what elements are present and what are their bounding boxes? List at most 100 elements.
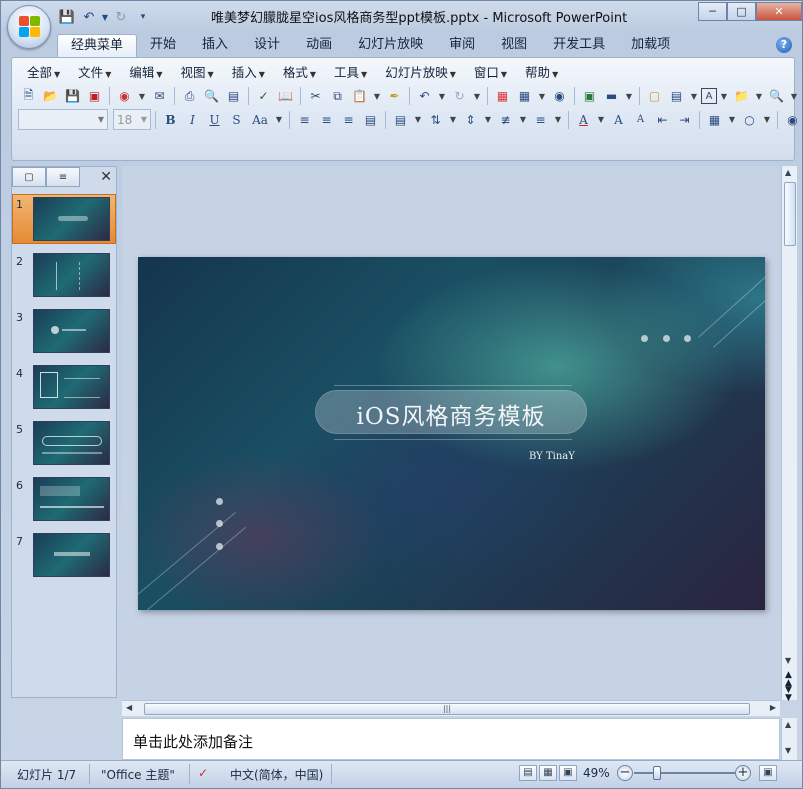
arrange-icon[interactable]: ▦ [704, 110, 725, 130]
notes-pane[interactable]: 单击此处添加备注 [122, 718, 780, 760]
numbering-icon[interactable]: ≢ [495, 110, 516, 130]
undo-dropdown-icon[interactable]: ▼ [436, 86, 448, 106]
slideshow-view-icon[interactable]: ▣ [559, 765, 577, 781]
menu-insert[interactable]: 插入 ▼ [223, 64, 274, 82]
open-folder-icon[interactable]: 📂 [40, 86, 61, 106]
increase-indent-icon[interactable]: ⇥ [674, 110, 695, 130]
zoom-icon[interactable]: 🔍 [766, 86, 787, 106]
permission-dropdown-icon[interactable]: ▼ [136, 86, 148, 106]
font-color-dropdown-icon[interactable]: ▼ [595, 110, 607, 130]
minimize-icon[interactable]: ─ [698, 2, 727, 21]
horizontal-scrollbar[interactable]: ◀ ||| ▶ [122, 700, 780, 716]
display-icon[interactable]: ▬ [601, 86, 622, 106]
zoom-slider-knob[interactable] [653, 766, 661, 780]
shapes-icon[interactable]: ○ [739, 110, 760, 130]
help-icon[interactable]: ? [776, 37, 792, 53]
zoom-out-icon[interactable]: − [617, 765, 633, 781]
undo-icon[interactable]: ↶ [414, 86, 435, 106]
paste-icon[interactable]: 📋 [349, 86, 370, 106]
font-size-select[interactable]: 18 ▼ [113, 109, 151, 130]
grow-font-icon[interactable]: A [608, 110, 629, 130]
textbox-dropdown-icon[interactable]: ▼ [718, 86, 730, 106]
menu-help[interactable]: 帮助 ▼ [516, 64, 567, 82]
scroll-down-icon[interactable]: ▼ [785, 656, 791, 665]
tab-classic-menu[interactable]: 经典菜单 [57, 34, 138, 58]
print-icon[interactable]: ⎙ [179, 86, 200, 106]
tab-animations[interactable]: 动画 [293, 34, 345, 58]
shape-fill-icon[interactable]: ◉ [782, 110, 803, 130]
slide-title[interactable]: iOS风格商务模板 [315, 397, 587, 431]
folder-dropdown-icon[interactable]: ▼ [753, 86, 765, 106]
save-as-pdf-icon[interactable]: ▣ [84, 86, 105, 106]
align-left-icon[interactable]: ≡ [294, 110, 315, 130]
slide-thumbnail-2[interactable] [33, 253, 110, 297]
tab-review[interactable]: 审阅 [436, 34, 488, 58]
text-direction-dropdown-icon[interactable]: ▼ [447, 110, 459, 130]
menu-window[interactable]: 窗口 ▼ [465, 64, 516, 82]
menu-view[interactable]: 视图 ▼ [172, 64, 223, 82]
copy-icon[interactable]: ⧉ [327, 86, 348, 106]
tab-addins[interactable]: 加载项 [618, 34, 683, 58]
redo-dropdown-icon[interactable]: ▼ [471, 86, 483, 106]
outline-tab-icon[interactable]: ≡ [46, 167, 80, 187]
fit-to-window-icon[interactable]: ▣ [759, 765, 777, 781]
undo-dropdown-icon[interactable]: ▼ [101, 8, 109, 26]
new-slide-icon[interactable]: ▢ [644, 86, 665, 106]
shadow-icon[interactable]: S [226, 110, 247, 130]
text-direction-icon[interactable]: ⇅ [425, 110, 446, 130]
tab-view[interactable]: 视图 [488, 34, 540, 58]
email-icon[interactable]: ✉ [149, 86, 170, 106]
scroll-up-icon[interactable]: ▲ [785, 720, 791, 729]
tab-slideshow[interactable]: 幻灯片放映 [345, 34, 436, 58]
chart-icon[interactable]: ▦ [492, 86, 513, 106]
display-dropdown-icon[interactable]: ▼ [623, 86, 635, 106]
research-icon[interactable]: 📖 [275, 86, 296, 106]
close-icon[interactable]: ✕ [756, 2, 802, 21]
bullets-dropdown-icon[interactable]: ▼ [552, 110, 564, 130]
slide-byline[interactable]: BY TinaY [529, 451, 575, 462]
horizontal-scroll-thumb[interactable]: ||| [144, 703, 750, 715]
spellcheck-icon[interactable]: ✓ [198, 766, 208, 780]
menu-all[interactable]: 全部 ▼ [18, 64, 69, 82]
scroll-down-icon[interactable]: ▼ [785, 746, 791, 755]
current-slide[interactable]: iOS风格商务模板 BY TinaY [138, 257, 765, 610]
zoom-slider-track[interactable] [634, 772, 736, 774]
print-preview-icon[interactable]: 🔍 [201, 86, 222, 106]
change-case-dropdown-icon[interactable]: ▼ [273, 110, 285, 130]
numbering-dropdown-icon[interactable]: ▼ [517, 110, 529, 130]
table-dropdown-icon[interactable]: ▼ [536, 86, 548, 106]
arrange-dropdown-icon[interactable]: ▼ [726, 110, 738, 130]
bullets-icon[interactable]: ≡ [530, 110, 551, 130]
paste-dropdown-icon[interactable]: ▼ [371, 86, 383, 106]
vertical-scroll-thumb[interactable] [784, 182, 796, 246]
language[interactable]: 中文(简体，中国) [230, 766, 323, 783]
save-icon[interactable]: 💾 [57, 8, 77, 26]
shapes-dropdown-icon[interactable]: ▼ [761, 110, 773, 130]
normal-view-icon[interactable]: ▤ [519, 765, 537, 781]
open-folder-icon-2[interactable]: 📁 [731, 86, 752, 106]
spelling-icon[interactable]: ✓ [253, 86, 274, 106]
tab-insert[interactable]: 插入 [189, 34, 241, 58]
layout-dropdown-icon[interactable]: ▼ [688, 86, 700, 106]
scroll-right-icon[interactable]: ▶ [770, 703, 776, 712]
columns-icon[interactable]: ▤ [390, 110, 411, 130]
next-slide-icon[interactable]: ▼ ▼ [785, 686, 792, 703]
new-document-icon[interactable]: 🗎 [18, 86, 39, 106]
close-pane-icon[interactable]: ✕ [100, 169, 112, 185]
table-icon[interactable]: ▦ [514, 86, 535, 106]
tab-developer[interactable]: 开发工具 [540, 34, 618, 58]
slide-thumbnail-6[interactable] [33, 477, 110, 521]
justify-icon[interactable]: ▤ [360, 110, 381, 130]
slide-thumbnail-1[interactable] [33, 197, 110, 241]
layout-icon[interactable]: ▤ [666, 86, 687, 106]
zoom-dropdown-icon[interactable]: ▼ [788, 86, 800, 106]
cut-icon[interactable]: ✂ [305, 86, 326, 106]
align-right-icon[interactable]: ≡ [338, 110, 359, 130]
picture-icon[interactable]: ▣ [579, 86, 600, 106]
scroll-left-icon[interactable]: ◀ [126, 703, 132, 712]
vertical-scrollbar[interactable]: ▲ ▼ ▲ ▲ ▼ ▼ [781, 166, 797, 703]
format-painter-icon[interactable]: ✒ [384, 86, 405, 106]
tab-design[interactable]: 设计 [241, 34, 293, 58]
theme-name[interactable]: "Office 主题" [101, 766, 175, 783]
maximize-icon[interactable]: □ [727, 2, 756, 21]
